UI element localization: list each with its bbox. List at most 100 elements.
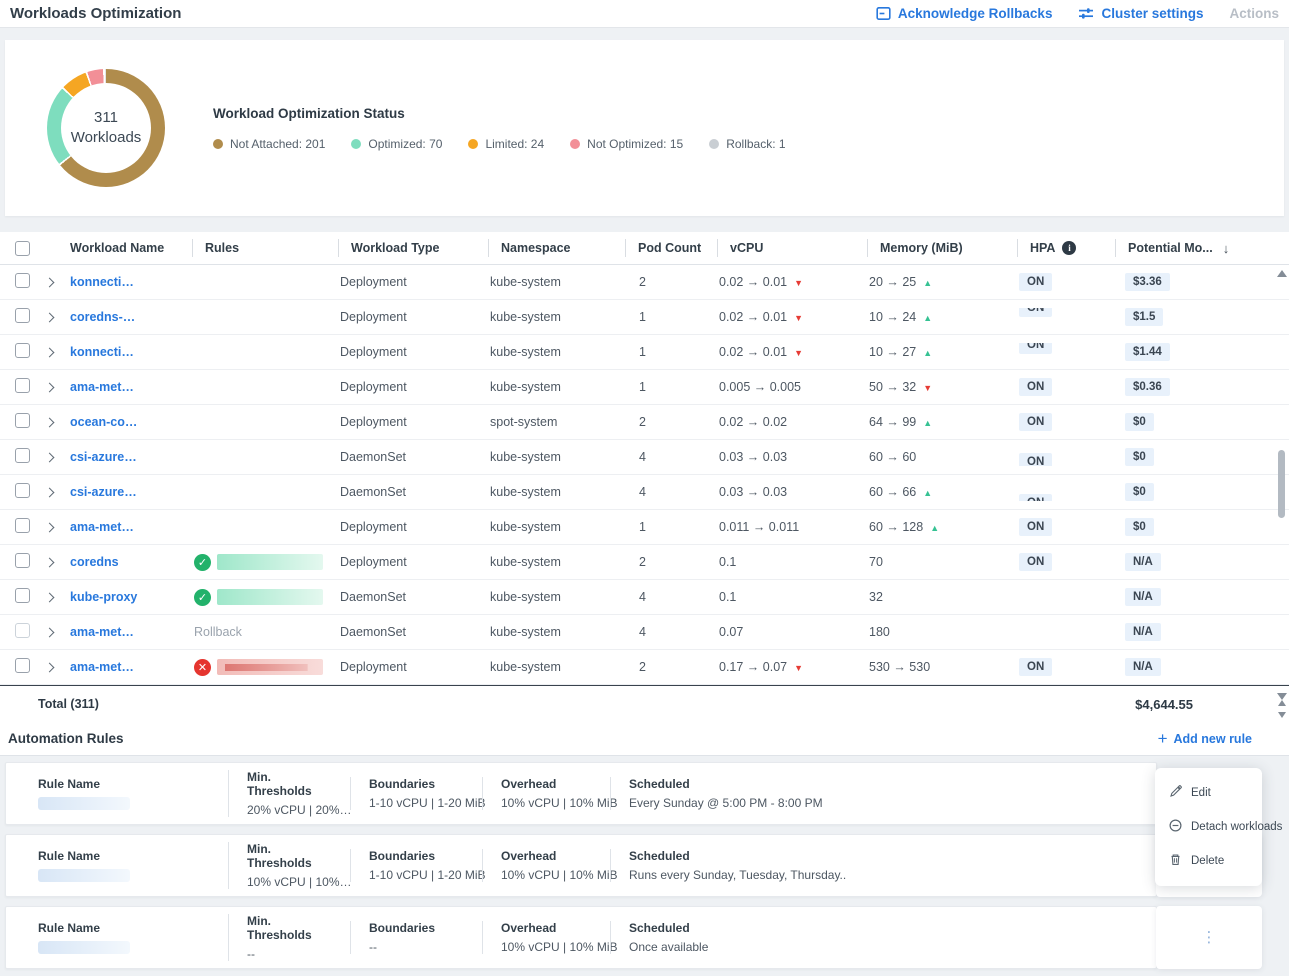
workload-name-link[interactable]: csi-azure… — [70, 485, 137, 499]
scroll-down-arrow[interactable] — [1278, 712, 1286, 718]
actions-button[interactable]: Actions — [1229, 6, 1279, 21]
column-header-potential[interactable]: Potential Mo...↓ — [1115, 239, 1253, 257]
table-row[interactable]: konnecti… ✓✕ Deployment kube-system 2 0.… — [0, 265, 1289, 300]
table-row[interactable]: coredns-… ✓✕ Deployment kube-system 1 0.… — [0, 300, 1289, 335]
workload-type: DaemonSet — [338, 625, 488, 639]
legend-item: Limited: 24 — [468, 137, 544, 151]
column-header-namespace[interactable]: Namespace — [488, 239, 625, 257]
expand-chevron-icon[interactable] — [45, 488, 55, 498]
expand-chevron-icon[interactable] — [45, 453, 55, 463]
expand-chevron-icon[interactable] — [45, 278, 55, 288]
table-row[interactable]: kube-proxy ✓✕ DaemonSet kube-system 4 0.… — [0, 580, 1289, 615]
namespace: kube-system — [488, 520, 625, 534]
expand-chevron-icon[interactable] — [45, 558, 55, 568]
expand-chevron-icon[interactable] — [45, 348, 55, 358]
scroll-up-arrow[interactable] — [1278, 700, 1286, 706]
kebab-menu-icon[interactable]: ⋮ — [1202, 930, 1217, 945]
column-header-pod-count[interactable]: Pod Count — [625, 239, 717, 257]
column-header-hpa[interactable]: HPAi — [1017, 239, 1115, 257]
table-row[interactable]: ama-met… ✓✕ Deployment kube-system 1 0.0… — [0, 370, 1289, 405]
min-thresholds-value: -- — [247, 947, 334, 961]
row-checkbox[interactable] — [15, 448, 30, 463]
column-header-rules[interactable]: Rules — [192, 239, 338, 257]
vcpu-value: 0.011 → 0.011 — [717, 520, 867, 534]
table-row[interactable]: ama-met… ✓✕Rollback DaemonSet kube-syste… — [0, 615, 1289, 650]
workload-name-link[interactable]: csi-azure… — [70, 450, 137, 464]
workload-name-link[interactable]: ama-met… — [70, 625, 134, 639]
trend-icon — [923, 313, 932, 323]
hpa-cell: ON — [1017, 308, 1115, 326]
table-row[interactable]: csi-azure… ✓✕ DaemonSet kube-system 4 0.… — [0, 475, 1289, 510]
sort-desc-icon[interactable]: ↓ — [1223, 241, 1230, 256]
row-checkbox[interactable] — [15, 658, 30, 673]
workload-name-link[interactable]: ama-met… — [70, 660, 134, 674]
scroll-up-arrow[interactable] — [1277, 270, 1287, 277]
scroll-down-arrow[interactable] — [1277, 693, 1287, 700]
scrollbar-thumb[interactable] — [1278, 450, 1285, 518]
hpa-info-icon[interactable]: i — [1062, 241, 1076, 255]
table-row[interactable]: ocean-co… ✓✕ Deployment spot-system 2 0.… — [0, 405, 1289, 440]
table-row[interactable]: ama-met… ✓✕ Deployment kube-system 2 0.1… — [0, 650, 1289, 685]
expand-chevron-icon[interactable] — [45, 628, 55, 638]
add-new-rule-button[interactable]: + Add new rule — [1158, 730, 1252, 747]
column-header-workload-name[interactable]: Workload Name — [68, 239, 192, 257]
row-checkbox[interactable] — [15, 483, 30, 498]
workload-type: Deployment — [338, 310, 488, 324]
menu-item-delete[interactable]: Delete — [1155, 844, 1262, 878]
expand-chevron-icon[interactable] — [45, 418, 55, 428]
row-checkbox[interactable] — [15, 343, 30, 358]
vcpu-value: 0.005 → 0.005 — [717, 380, 867, 394]
workload-name-link[interactable]: ama-met… — [70, 520, 134, 534]
table-row[interactable]: konnecti… ✓✕ Deployment kube-system 1 0.… — [0, 335, 1289, 370]
potential-cell: $1.5 — [1115, 308, 1253, 326]
row-checkbox[interactable] — [15, 273, 30, 288]
row-checkbox[interactable] — [15, 308, 30, 323]
workload-name-link[interactable]: konnecti… — [70, 275, 134, 289]
menu-item-detach-workloads[interactable]: Detach workloads — [1155, 810, 1262, 844]
row-checkbox[interactable] — [15, 378, 30, 393]
cluster-settings-button[interactable]: Cluster settings — [1078, 6, 1203, 21]
legend-item: Rollback: 1 — [709, 137, 785, 151]
workload-name-link[interactable]: konnecti… — [70, 345, 134, 359]
workload-name-link[interactable]: coredns — [70, 555, 119, 569]
acknowledge-rollbacks-button[interactable]: Acknowledge Rollbacks — [876, 6, 1053, 21]
column-header-vcpu[interactable]: vCPU — [717, 239, 867, 257]
rule-actions-panel: ⋮ — [1156, 906, 1262, 969]
potential-savings-badge: N/A — [1125, 553, 1161, 571]
pencil-icon — [1169, 785, 1182, 801]
row-checkbox[interactable] — [15, 588, 30, 603]
column-header-workload-type[interactable]: Workload Type — [338, 239, 488, 257]
row-checkbox[interactable] — [15, 413, 30, 428]
table-row[interactable]: coredns ✓✕ Deployment kube-system 2 0.1 … — [0, 545, 1289, 580]
workload-name-link[interactable]: coredns-… — [70, 310, 135, 324]
expand-chevron-icon[interactable] — [45, 383, 55, 393]
workload-name-link[interactable]: kube-proxy — [70, 590, 137, 604]
menu-item-edit[interactable]: Edit — [1155, 776, 1262, 810]
workload-type: Deployment — [338, 415, 488, 429]
hpa-cell: ON — [1017, 553, 1115, 571]
table-row[interactable]: ama-met… ✓✕ Deployment kube-system 1 0.0… — [0, 510, 1289, 545]
expand-chevron-icon[interactable] — [45, 663, 55, 673]
namespace: kube-system — [488, 275, 625, 289]
rule-name-redacted — [38, 797, 130, 810]
legend-dot-not-optimized — [570, 139, 580, 149]
expand-chevron-icon[interactable] — [45, 523, 55, 533]
workload-name-link[interactable]: ocean-co… — [70, 415, 137, 429]
boundaries-label: Boundaries — [369, 777, 466, 791]
table-row[interactable]: csi-azure… ✓✕ DaemonSet kube-system 4 0.… — [0, 440, 1289, 475]
row-checkbox[interactable] — [15, 518, 30, 533]
workload-name-link[interactable]: ama-met… — [70, 380, 134, 394]
hpa-badge: ON — [1019, 308, 1052, 317]
potential-savings-badge: $0.36 — [1125, 378, 1170, 396]
select-all-checkbox[interactable] — [15, 241, 30, 256]
column-header-memory[interactable]: Memory (MiB) — [867, 239, 1017, 257]
memory-value: 20 → 25 — [867, 275, 1017, 289]
expand-chevron-icon[interactable] — [45, 593, 55, 603]
expand-chevron-icon[interactable] — [45, 313, 55, 323]
row-checkbox[interactable] — [15, 553, 30, 568]
pod-count: 2 — [625, 660, 717, 674]
workload-type: Deployment — [338, 555, 488, 569]
row-checkbox[interactable] — [15, 623, 30, 638]
workload-type: Deployment — [338, 275, 488, 289]
rule-actions-menu: Edit Detach workloads Delete — [1155, 768, 1262, 886]
